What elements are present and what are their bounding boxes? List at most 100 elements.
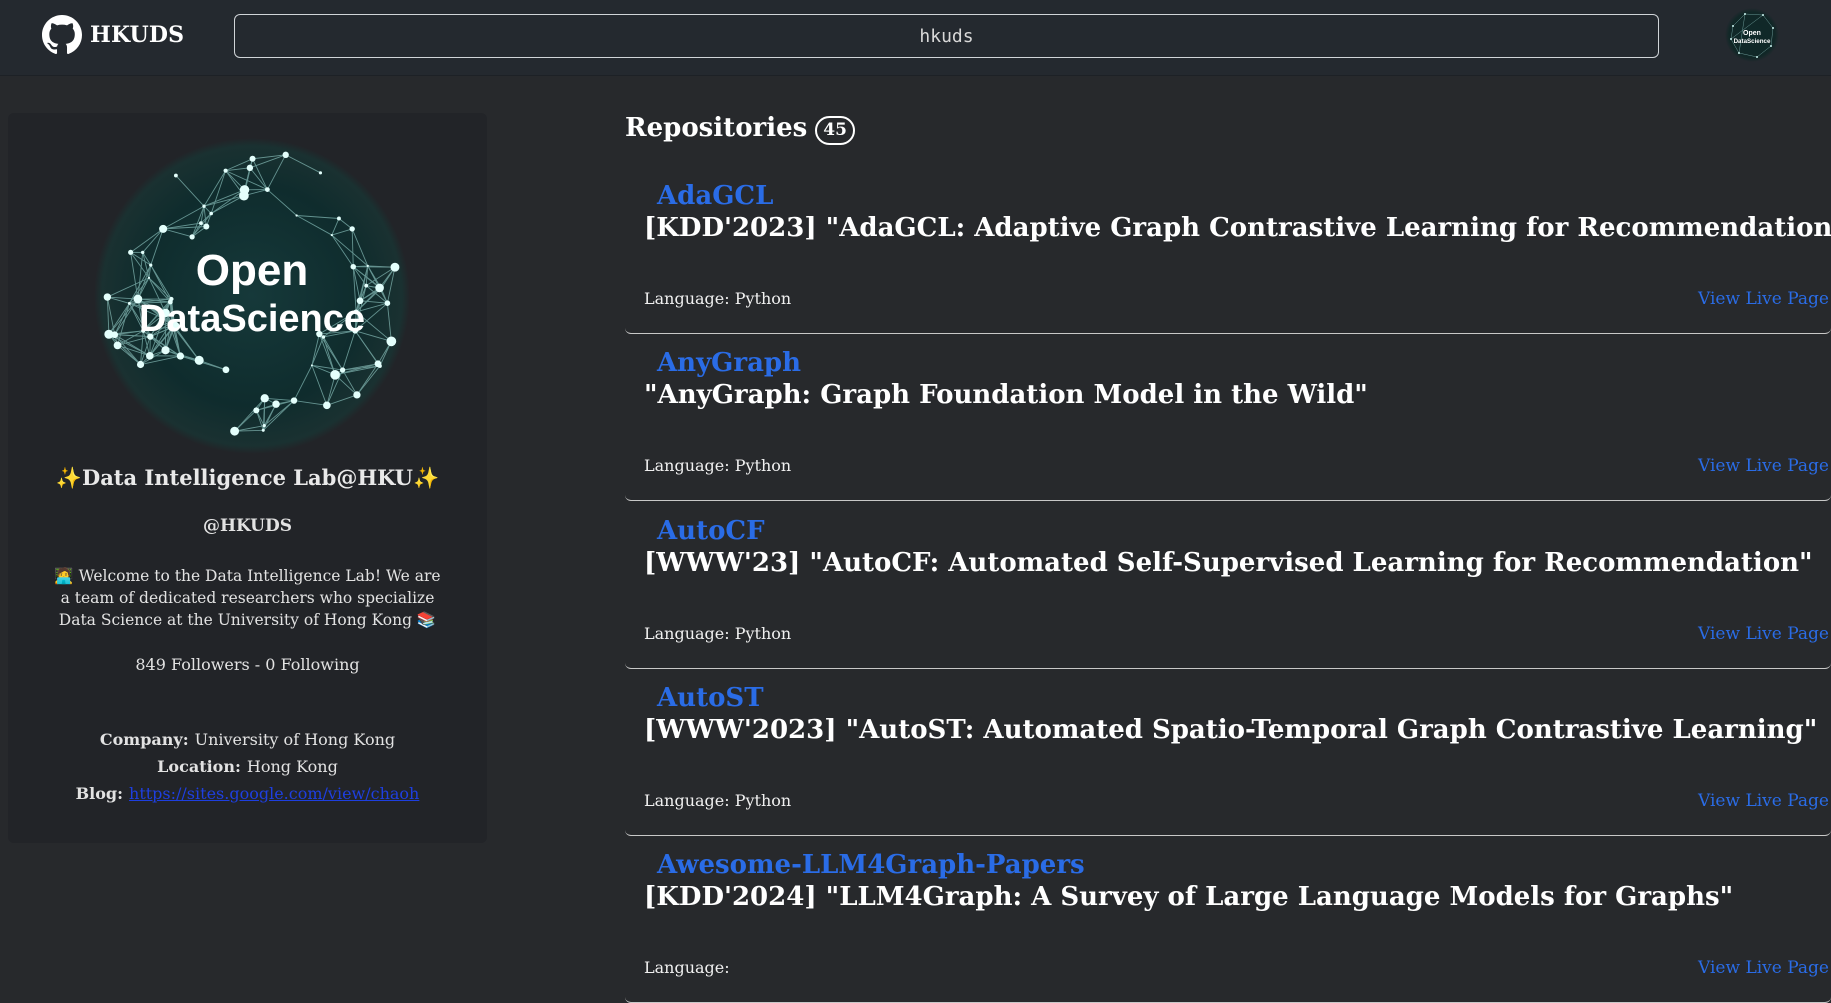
network-node (253, 407, 259, 413)
repo-card: AutoCF [WWW'23] "AutoCF: Automated Self-… (625, 502, 1831, 669)
network-node (240, 185, 249, 194)
network-node (202, 205, 205, 208)
network-node (311, 364, 313, 366)
network-node (128, 250, 133, 255)
repositories-title: Repositories (625, 113, 807, 143)
network-node (148, 277, 150, 279)
network-node (386, 336, 396, 346)
repo-name-link[interactable]: Awesome-LLM4Graph-Papers (657, 850, 1085, 880)
avatar-text-datascience: DataScience (139, 298, 365, 340)
network-node (331, 234, 333, 236)
network-node (385, 300, 391, 306)
network-node (141, 251, 144, 254)
blog-row: Blog: https://sites.google.com/view/chaoh (8, 780, 487, 807)
view-live-page-link[interactable]: View Live Page (1698, 456, 1829, 476)
company-label: Company: (100, 730, 189, 749)
network-node (340, 367, 345, 372)
network-node (378, 364, 382, 368)
repo-description: [KDD'2023] "AdaGCL: Adaptive Graph Contr… (644, 213, 1831, 243)
repo-card: AutoST [WWW'2023] "AutoST: Automated Spa… (625, 669, 1831, 836)
network-node (128, 302, 131, 305)
repo-description: [WWW'23] "AutoCF: Automated Self-Supervi… (644, 548, 1813, 578)
network-node (203, 224, 209, 230)
network-node (295, 214, 297, 216)
view-live-page-link[interactable]: View Live Page (1698, 289, 1829, 309)
network-node (261, 394, 269, 402)
network-node (250, 156, 256, 162)
network-node (161, 346, 169, 354)
network-node (104, 330, 113, 339)
search-input[interactable] (234, 14, 1659, 58)
repo-language: Language: (644, 958, 730, 977)
profile-avatar: Open DataScience (91, 135, 413, 457)
repo-description: [KDD'2024] "LLM4Graph: A Survey of Large… (644, 882, 1733, 912)
repo-language: Language: Python (644, 791, 791, 810)
network-node (209, 212, 213, 216)
location-row: Location: Hong Kong (8, 753, 487, 780)
profile-details: Company: University of Hong Kong Location… (8, 726, 487, 807)
repo-name-link[interactable]: AnyGraph (657, 348, 801, 378)
network-node (353, 391, 360, 398)
network-node (330, 370, 340, 380)
avatar-text-open: Open (196, 246, 308, 295)
network-node (149, 264, 152, 267)
network-node (272, 400, 279, 407)
location-label: Location: (157, 757, 241, 776)
network-node (146, 352, 154, 360)
company-value: University of Hong Kong (195, 730, 396, 749)
network-node (199, 221, 203, 225)
github-octocat-icon[interactable] (42, 15, 82, 55)
svg-text:DataScience: DataScience (1734, 38, 1771, 45)
network-node (230, 427, 239, 436)
blog-link[interactable]: https://sites.google.com/view/chaoh (129, 784, 419, 803)
brand-name[interactable]: HKUDS (90, 22, 184, 48)
profile-card: Open DataScience ✨Data Intelligence Lab@… (8, 113, 487, 843)
network-node (190, 234, 195, 239)
network-node (391, 263, 400, 272)
network-node (137, 361, 144, 368)
network-node (265, 187, 270, 192)
network-node (159, 225, 167, 233)
network-node (263, 424, 266, 427)
network-node (195, 356, 204, 365)
top-bar: HKUDS (0, 0, 1831, 76)
repo-card: Awesome-LLM4Graph-Papers [KDD'2024] "LLM… (625, 836, 1831, 1003)
company-row: Company: University of Hong Kong (8, 726, 487, 753)
svg-text:Open: Open (1743, 30, 1761, 37)
brand[interactable]: HKUDS (42, 15, 184, 55)
repositories-heading: Repositories 45 (625, 113, 855, 143)
repositories-count-badge: 45 (815, 116, 855, 145)
network-node (367, 265, 369, 267)
repo-language: Language: Python (644, 289, 791, 308)
view-live-page-link[interactable]: View Live Page (1698, 958, 1829, 978)
profile-bio: 🧑‍💻 Welcome to the Data Intelligence Lab… (48, 565, 447, 631)
network-node (323, 402, 331, 410)
network-node (177, 352, 184, 359)
repo-card: AnyGraph "AnyGraph: Graph Foundation Mod… (625, 334, 1831, 501)
repo-name-link[interactable]: AutoST (657, 683, 764, 713)
view-live-page-link[interactable]: View Live Page (1698, 791, 1829, 811)
repo-name-link[interactable]: AdaGCL (657, 181, 773, 211)
view-live-page-link[interactable]: View Live Page (1698, 624, 1829, 644)
profile-login: @HKUDS (8, 516, 487, 536)
network-node (337, 217, 341, 221)
network-node (223, 366, 230, 373)
follow-stats: 849 Followers - 0 Following (8, 655, 487, 674)
repo-card: AdaGCL [KDD'2023] "AdaGCL: Adaptive Grap… (625, 167, 1831, 334)
repo-description: [WWW'2023] "AutoST: Automated Spatio-Tem… (644, 715, 1817, 745)
network-node (262, 429, 265, 432)
user-avatar[interactable]: Open DataScience (1723, 6, 1781, 64)
network-node (114, 341, 122, 349)
network-node (319, 171, 322, 174)
network-node (174, 174, 178, 178)
location-value: Hong Kong (247, 757, 338, 776)
repo-language: Language: Python (644, 624, 791, 643)
network-node (364, 284, 368, 288)
repo-name-link[interactable]: AutoCF (657, 516, 765, 546)
blog-label: Blog: (76, 784, 123, 803)
repo-description: "AnyGraph: Graph Foundation Model in the… (644, 380, 1368, 410)
network-node (104, 293, 111, 300)
network-node (349, 226, 354, 231)
network-node (350, 264, 356, 270)
network-node (291, 397, 297, 403)
